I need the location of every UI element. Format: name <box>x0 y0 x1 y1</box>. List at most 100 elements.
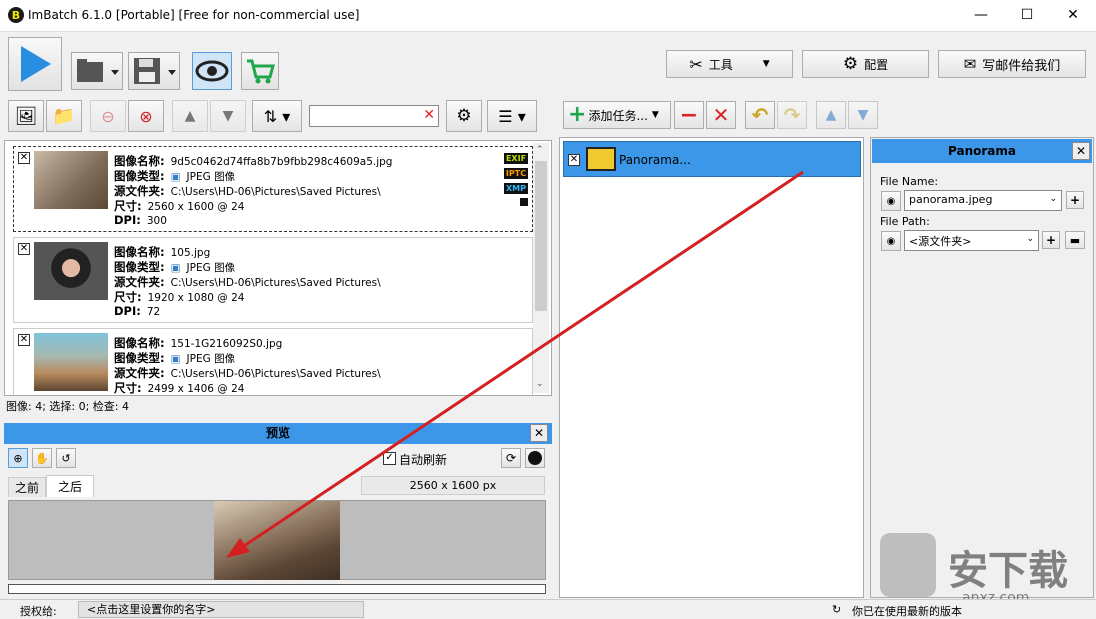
sort-button[interactable]: ⇅ ▾ <box>252 100 302 132</box>
thumbnail <box>34 151 108 209</box>
open-folder-button[interactable] <box>71 52 123 90</box>
remove-all-button[interactable]: ⊗ <box>128 100 164 132</box>
file-name-macro-button[interactable]: ◉ <box>881 191 901 211</box>
version-status[interactable]: 你已在使用最新的版本 <box>852 603 962 619</box>
settings-check-icon: ⚙ <box>456 106 472 126</box>
type-label: 图像类型: <box>114 169 165 183</box>
remove-image-button[interactable]: ⊖ <box>90 100 126 132</box>
folder-label: 源文件夹: <box>114 366 165 380</box>
preview-header: 预览 <box>4 423 552 444</box>
progress-bar <box>8 584 546 594</box>
task-label: Panorama... <box>619 153 691 167</box>
close-button[interactable]: ✕ <box>1050 0 1096 30</box>
image-folder: C:\Users\HD-06\Pictures\Saved Pictures\ <box>170 186 381 198</box>
preview-image <box>214 501 340 580</box>
task-checkbox[interactable]: ✕ <box>568 154 580 166</box>
pan-button[interactable]: ✋ <box>32 448 52 468</box>
save-button[interactable] <box>128 52 180 90</box>
preview-close-icon[interactable]: ✕ <box>530 424 548 442</box>
watermark-text: 安下载 <box>948 548 1068 594</box>
file-path-select[interactable]: <源文件夹> ⌄ <box>904 230 1039 251</box>
rotate-icon: ↺ <box>61 451 71 465</box>
minimize-button[interactable]: — <box>958 0 1004 30</box>
config-button[interactable]: ⚙ 配置 <box>802 50 929 78</box>
refresh-button[interactable]: ⟳ <box>501 448 521 468</box>
exif-badge: EXIF <box>504 153 528 164</box>
clear-tasks-button[interactable]: ✕ <box>706 101 736 129</box>
rotate-preview-button[interactable]: ↺ <box>56 448 76 468</box>
item-checkbox[interactable]: ✕ <box>18 152 30 164</box>
chevron-down-icon: ▼ <box>857 107 869 123</box>
scrollbar[interactable]: ⌃ ⌄ <box>533 143 549 393</box>
tab-before[interactable]: 之前 <box>8 477 46 497</box>
app-logo-icon: B <box>8 7 24 23</box>
background-color-button[interactable] <box>525 448 545 468</box>
email-label: 写邮件给我们 <box>982 58 1061 74</box>
file-name-add-button[interactable]: + <box>1066 191 1084 209</box>
clear-images-icon: ⊗ <box>139 106 153 126</box>
list-item[interactable]: ✕ 图像名称: 151-1G216092S0.jpg 图像类型: ▣ JPEG 图像 … <box>13 328 533 395</box>
zoom-fit-button[interactable]: ⊕ <box>8 448 28 468</box>
scroll-thumb[interactable] <box>535 161 547 311</box>
settings-close-icon[interactable]: ✕ <box>1072 142 1090 160</box>
image-folder: C:\Users\HD-06\Pictures\Saved Pictures\ <box>170 277 381 289</box>
shop-button[interactable] <box>241 52 279 90</box>
file-name-select[interactable]: panorama.jpeg ⌄ <box>904 190 1062 211</box>
move-down-image-button[interactable]: ▼ <box>210 100 246 132</box>
license-name-field[interactable]: <点击这里设置你的名字> <box>78 601 364 618</box>
maximize-button[interactable]: ☐ <box>1004 0 1050 30</box>
window-title: ImBatch 6.1.0 [Portable] [Free for non-c… <box>28 8 360 22</box>
eye-icon: ◉ <box>886 235 896 247</box>
folder-label: 源文件夹: <box>114 275 165 289</box>
chevron-down-icon: ⌄ <box>1026 234 1034 244</box>
settings-title: Panorama <box>948 144 1016 158</box>
zoom-icon: ⊕ <box>13 451 23 465</box>
list-item[interactable]: ✕ 图像名称: 9d5c0462d74ffa8b7b9fbb298c4609a5.… <box>13 146 533 232</box>
tools-label: 工具 <box>708 57 733 72</box>
redo-button[interactable]: ↷ <box>777 101 807 129</box>
thumbnail <box>34 333 108 391</box>
add-folder-button[interactable]: 📁 <box>46 100 82 132</box>
folder-icon: ▬ <box>1069 233 1081 247</box>
check-settings-button[interactable]: ⚙ <box>446 100 482 132</box>
tools-menu-button[interactable]: ✂ 工具 ▼ <box>666 50 793 78</box>
browse-folder-button[interactable]: ▬ <box>1065 231 1085 249</box>
file-path-add-button[interactable]: + <box>1042 231 1060 249</box>
move-task-up-button[interactable]: ▲ <box>816 101 846 129</box>
add-image-button[interactable]: 🖼 <box>8 100 44 132</box>
remove-image-icon: ⊖ <box>101 106 115 126</box>
redo-icon: ↷ <box>783 103 801 127</box>
move-task-down-button[interactable]: ▼ <box>848 101 878 129</box>
clear-search-icon[interactable]: ✕ <box>423 107 435 123</box>
preview-toggle-button[interactable] <box>192 52 232 90</box>
tab-after[interactable]: 之后 <box>46 475 94 497</box>
circle-icon <box>528 451 542 465</box>
chevron-up-icon: ▲ <box>825 107 837 123</box>
file-path-macro-button[interactable]: ◉ <box>881 231 901 251</box>
image-status: 图像: 4; 选择: 0; 检查: 4 <box>6 400 130 413</box>
run-button[interactable] <box>8 37 62 91</box>
email-button[interactable]: ✉ 写邮件给我们 <box>938 50 1086 78</box>
item-checkbox[interactable]: ✕ <box>18 243 30 255</box>
dpi-label: DPI: <box>114 304 141 318</box>
image-down-icon: ▼ <box>222 108 234 124</box>
undo-button[interactable]: ↶ <box>745 101 775 129</box>
scroll-down-icon[interactable]: ⌄ <box>536 379 544 389</box>
plus-icon: + <box>1045 233 1057 247</box>
item-checkbox[interactable]: ✕ <box>18 334 30 346</box>
view-mode-button[interactable]: ☰ ▾ <box>487 100 537 132</box>
name-label: 图像名称: <box>114 336 165 350</box>
scroll-up-icon[interactable]: ⌃ <box>536 145 544 155</box>
add-task-button[interactable]: + 添加任务... ▼ <box>563 101 671 129</box>
move-up-image-button[interactable]: ▲ <box>172 100 208 132</box>
search-input[interactable]: ✕ <box>309 105 439 127</box>
chevron-down-icon: ▼ <box>762 59 770 69</box>
auto-refresh-checkbox[interactable]: ✓ <box>383 452 396 465</box>
file-name-label: File Name: <box>880 175 939 188</box>
license-label: 授权给: <box>20 605 57 618</box>
list-item[interactable]: ✕ 图像名称: 105.jpg 图像类型: ▣ JPEG 图像 源文件夹: C:\Use… <box>13 237 533 323</box>
undo-icon: ↶ <box>751 103 769 127</box>
task-item[interactable]: ✕ Panorama... <box>563 141 861 177</box>
title-bar: B ImBatch 6.1.0 [Portable] [Free for non… <box>0 0 1096 32</box>
remove-task-button[interactable]: − <box>674 101 704 129</box>
